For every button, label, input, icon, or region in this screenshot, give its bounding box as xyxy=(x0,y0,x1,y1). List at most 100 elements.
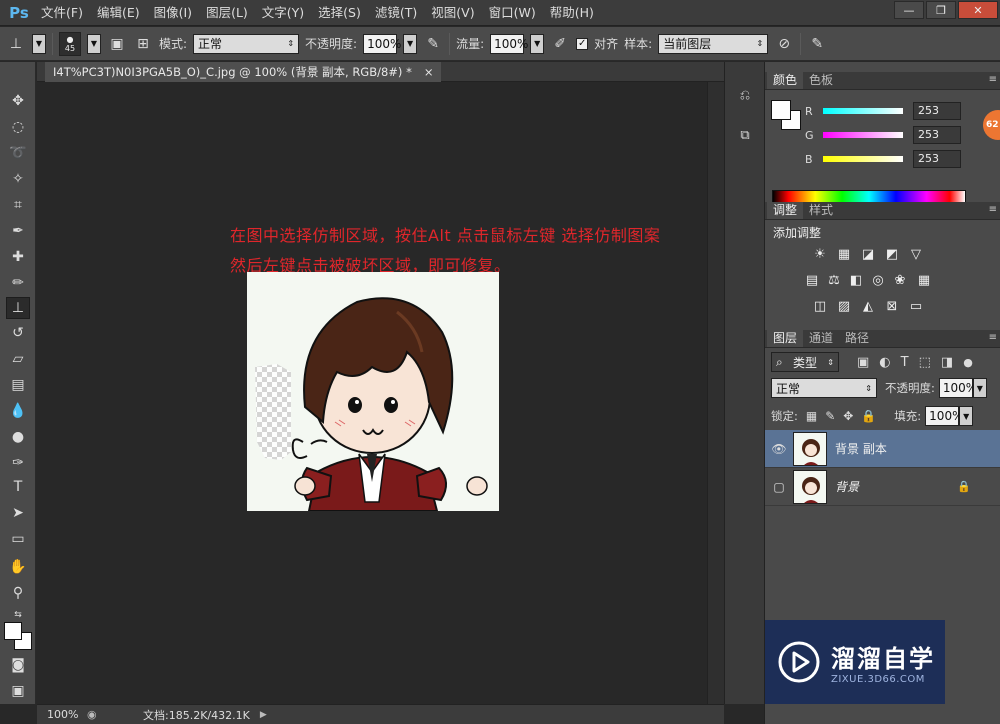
hand-tool-icon[interactable]: ✋ xyxy=(6,556,30,578)
brush-panel-icon[interactable]: ▣ xyxy=(107,34,127,54)
filter-shape-icon[interactable]: ⬚ xyxy=(919,355,931,370)
rectangle-tool-icon[interactable]: ▭ xyxy=(6,528,30,550)
zoom-level[interactable]: 100% xyxy=(37,708,87,721)
pressure-size-icon[interactable]: ✎ xyxy=(807,34,827,54)
opacity-input[interactable]: 100% xyxy=(363,33,401,54)
red-slider[interactable] xyxy=(823,108,903,114)
lock-all-icon[interactable]: 🔒 xyxy=(861,409,876,423)
panel-menu-icon[interactable]: ≡ xyxy=(989,332,997,343)
lock-position-icon[interactable]: ✥ xyxy=(843,409,853,423)
red-value-input[interactable]: 253 xyxy=(913,102,961,120)
channel-mixer-icon[interactable]: ❀ xyxy=(891,272,909,288)
document-image[interactable] xyxy=(247,272,499,511)
status-info-icon[interactable]: ◉ xyxy=(87,708,103,721)
color-panel-swatches[interactable] xyxy=(771,100,803,132)
marquee-tool-icon[interactable]: ◌ xyxy=(6,116,30,138)
tab-layers[interactable]: 图层 xyxy=(767,330,804,347)
blur-tool-icon[interactable]: 💧 xyxy=(6,400,30,422)
layer-opacity-input[interactable]: 100% xyxy=(938,378,977,398)
move-tool-icon[interactable]: ✥ xyxy=(6,90,30,112)
align-checkbox[interactable]: ✓ xyxy=(576,37,589,50)
gradient-tool-icon[interactable]: ▤ xyxy=(6,374,30,396)
menu-filter[interactable]: 滤镜(T) xyxy=(368,0,424,26)
posterize-icon[interactable]: ▨ xyxy=(835,298,853,314)
filter-smart-object-icon[interactable]: ◨ xyxy=(941,355,953,370)
menu-edit[interactable]: 编辑(E) xyxy=(90,0,147,26)
menu-layer[interactable]: 图层(L) xyxy=(199,0,255,26)
green-value-input[interactable]: 253 xyxy=(913,126,961,144)
menu-select[interactable]: 选择(S) xyxy=(311,0,368,26)
document-tab[interactable]: I4T%PC3T)N0I3PGA5B_O)_C.jpg @ 100% (背景 副… xyxy=(45,62,442,82)
tab-close-icon[interactable]: × xyxy=(424,62,434,82)
selective-color-icon[interactable]: ⊠ xyxy=(883,298,901,314)
green-slider[interactable] xyxy=(823,132,903,138)
curves-icon[interactable]: ◪ xyxy=(859,246,877,262)
black-white-icon[interactable]: ◧ xyxy=(847,272,865,288)
history-panel-icon[interactable]: ⎌ xyxy=(733,84,757,106)
dodge-tool-icon[interactable]: ● xyxy=(6,426,30,448)
tab-channels[interactable]: 通道 xyxy=(803,330,839,347)
pressure-opacity-icon[interactable]: ✎ xyxy=(423,34,443,54)
invert-icon[interactable]: ◫ xyxy=(811,298,829,314)
lock-pixels-icon[interactable]: ✎ xyxy=(825,409,835,423)
layer-name[interactable]: 背景 副本 xyxy=(835,440,887,457)
clone-source-icon[interactable]: ⊞ xyxy=(133,34,153,54)
pen-tool-icon[interactable]: ✑ xyxy=(6,452,30,474)
ignore-adjustment-icon[interactable]: ⊘ xyxy=(774,34,794,54)
tab-styles[interactable]: 样式 xyxy=(803,202,839,219)
quick-mask-icon[interactable]: ◙ xyxy=(6,654,30,676)
menu-image[interactable]: 图像(I) xyxy=(147,0,199,26)
opacity-dropdown[interactable]: ▼ xyxy=(403,33,418,54)
crop-tool-icon[interactable]: ⌗ xyxy=(6,194,30,216)
layer-filter-select[interactable]: ⌕ 类型 ⇕ xyxy=(771,352,839,372)
layer-name[interactable]: 背景 xyxy=(835,478,859,495)
brush-dropdown[interactable]: ▼ xyxy=(87,33,101,54)
blend-mode-select[interactable]: 正常 ⇕ xyxy=(771,378,877,398)
color-lookup-icon[interactable]: ▦ xyxy=(915,272,933,288)
airbrush-icon[interactable]: ✐ xyxy=(550,34,570,54)
brightness-icon[interactable]: ☀ xyxy=(811,246,829,262)
filter-pixel-icon[interactable]: ▣ xyxy=(857,355,869,370)
magic-wand-tool-icon[interactable]: ✧ xyxy=(6,168,30,190)
foreground-color-swatch[interactable] xyxy=(771,100,791,120)
menu-window[interactable]: 窗口(W) xyxy=(482,0,543,26)
exposure-icon[interactable]: ◩ xyxy=(883,246,901,262)
menu-help[interactable]: 帮助(H) xyxy=(543,0,601,26)
menu-type[interactable]: 文字(Y) xyxy=(255,0,311,26)
filter-toggle-icon[interactable]: ● xyxy=(963,356,973,369)
status-menu-icon[interactable]: ▶ xyxy=(260,710,267,720)
panel-menu-icon[interactable]: ≡ xyxy=(989,74,997,85)
tab-swatches[interactable]: 色板 xyxy=(803,72,839,89)
tab-color[interactable]: 颜色 xyxy=(767,72,804,89)
brush-tool-icon[interactable]: ✏ xyxy=(6,272,30,294)
flow-input[interactable]: 100% xyxy=(490,33,528,54)
tool-preset-dropdown[interactable]: ▼ xyxy=(32,33,46,54)
panel-menu-icon[interactable]: ≡ xyxy=(989,204,997,215)
type-tool-icon[interactable]: T xyxy=(6,476,30,498)
eyedropper-tool-icon[interactable]: ✒ xyxy=(6,220,30,242)
layer-row-background-copy[interactable]: 👁 背景 副本 xyxy=(765,430,1000,468)
close-button[interactable]: ✕ xyxy=(958,1,998,19)
clone-stamp-tool-icon[interactable]: ⊥ xyxy=(6,297,30,319)
sample-select[interactable]: 当前图层 ⇕ xyxy=(658,33,769,54)
blue-value-input[interactable]: 253 xyxy=(913,150,961,168)
menu-view[interactable]: 视图(V) xyxy=(424,0,481,26)
restore-button[interactable]: ❐ xyxy=(926,1,956,19)
threshold-icon[interactable]: ◭ xyxy=(859,298,877,314)
eraser-tool-icon[interactable]: ▱ xyxy=(6,348,30,370)
flow-dropdown[interactable]: ▼ xyxy=(530,33,545,54)
visibility-eye-icon[interactable]: 👁 xyxy=(765,442,793,456)
layer-opacity-dropdown[interactable]: ▼ xyxy=(972,378,987,398)
minimize-button[interactable]: — xyxy=(894,1,924,19)
menu-file[interactable]: 文件(F) xyxy=(34,0,90,26)
zoom-tool-icon[interactable]: ⚲ xyxy=(6,582,30,604)
history-brush-tool-icon[interactable]: ↺ xyxy=(6,322,30,344)
hue-saturation-icon[interactable]: ▤ xyxy=(803,272,821,288)
foreground-color-swatch[interactable] xyxy=(4,622,22,640)
lasso-tool-icon[interactable]: ➰ xyxy=(6,142,30,164)
fill-dropdown[interactable]: ▼ xyxy=(959,406,974,426)
blue-slider[interactable] xyxy=(823,156,903,162)
vibrance-icon[interactable]: ▽ xyxy=(907,246,925,262)
mode-select[interactable]: 正常 ⇕ xyxy=(193,33,300,54)
healing-brush-tool-icon[interactable]: ✚ xyxy=(6,246,30,268)
